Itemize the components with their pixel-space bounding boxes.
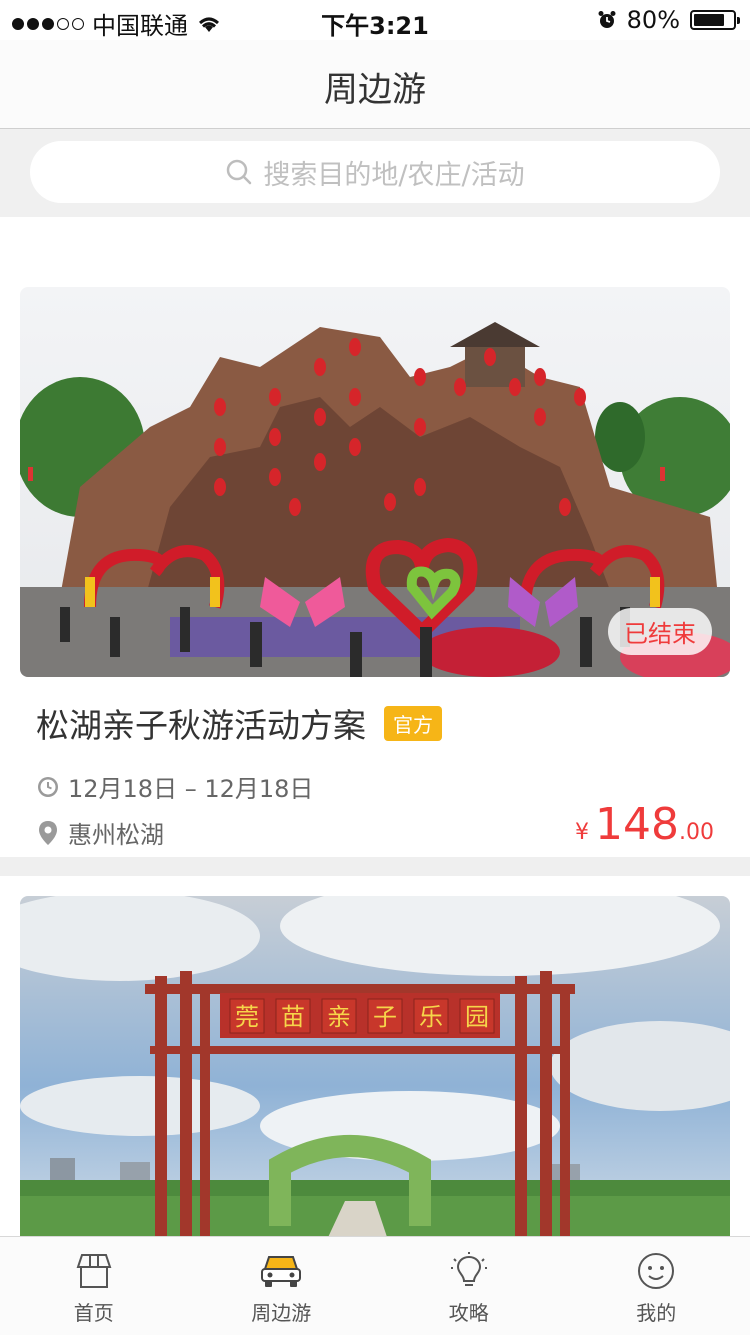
status-badge: 已结束 xyxy=(608,608,712,655)
location-pin-icon xyxy=(36,820,60,846)
price-integer: 148 xyxy=(595,799,679,850)
tab-label: 攻略 xyxy=(449,1297,489,1326)
home-icon xyxy=(74,1251,114,1291)
page-title: 周边游 xyxy=(0,62,750,111)
tab-bar: 首页 周边游 攻略 我的 xyxy=(0,1236,750,1335)
price-currency: ¥ xyxy=(575,820,589,845)
activity-price: ¥ 148 .00 xyxy=(575,799,714,850)
search-icon xyxy=(225,158,253,186)
tab-nearby-tour[interactable]: 周边游 xyxy=(188,1237,376,1335)
activity-location: 惠州松湖 xyxy=(68,815,164,850)
tab-label: 周边游 xyxy=(251,1297,311,1326)
gate-sign-char: 莞 xyxy=(235,1003,259,1031)
smiley-icon xyxy=(636,1251,676,1291)
activity-title[interactable]: 松湖亲子秋游活动方案 xyxy=(36,699,366,747)
activity-card[interactable]: 莞苗亲子乐园 xyxy=(0,876,750,1236)
price-decimal: .00 xyxy=(679,820,714,845)
official-badge: 官方 xyxy=(384,706,442,741)
lightbulb-icon xyxy=(449,1251,489,1291)
gate-sign-char: 苗 xyxy=(281,1003,305,1031)
activity-date: 12月18日 – 12月18日 xyxy=(68,769,313,804)
tab-home[interactable]: 首页 xyxy=(0,1237,188,1335)
activity-card[interactable]: 已结束 松湖亲子秋游活动方案 官方 12月18日 – 12月18日 惠州松湖 ¥… xyxy=(0,217,750,857)
activity-image[interactable]: 已结束 xyxy=(20,287,730,677)
activity-image[interactable]: 莞苗亲子乐园 xyxy=(20,896,730,1236)
gate-sign-char: 亲 xyxy=(327,1003,351,1031)
search-placeholder: 搜索目的地/农庄/活动 xyxy=(263,153,524,192)
tab-profile[interactable]: 我的 xyxy=(563,1237,750,1335)
status-bar: 中国联通 下午3:21 80% xyxy=(0,0,750,40)
gate-sign-char: 园 xyxy=(465,1003,489,1031)
clock-icon xyxy=(36,775,60,799)
card-divider xyxy=(0,857,750,876)
search-area: 搜索目的地/农庄/活动 xyxy=(0,129,750,217)
battery-percent: 80% xyxy=(627,6,680,34)
tab-guide[interactable]: 攻略 xyxy=(375,1237,563,1335)
alarm-icon xyxy=(597,10,617,30)
tab-label: 我的 xyxy=(636,1297,676,1326)
navigation-bar: 周边游 xyxy=(0,40,750,129)
search-input[interactable]: 搜索目的地/农庄/活动 xyxy=(30,141,720,203)
gate-sign-char: 子 xyxy=(373,1003,397,1031)
battery-icon xyxy=(690,10,736,30)
car-icon xyxy=(259,1251,303,1291)
tab-label: 首页 xyxy=(74,1297,114,1326)
gate-sign-char: 乐 xyxy=(419,1003,443,1031)
